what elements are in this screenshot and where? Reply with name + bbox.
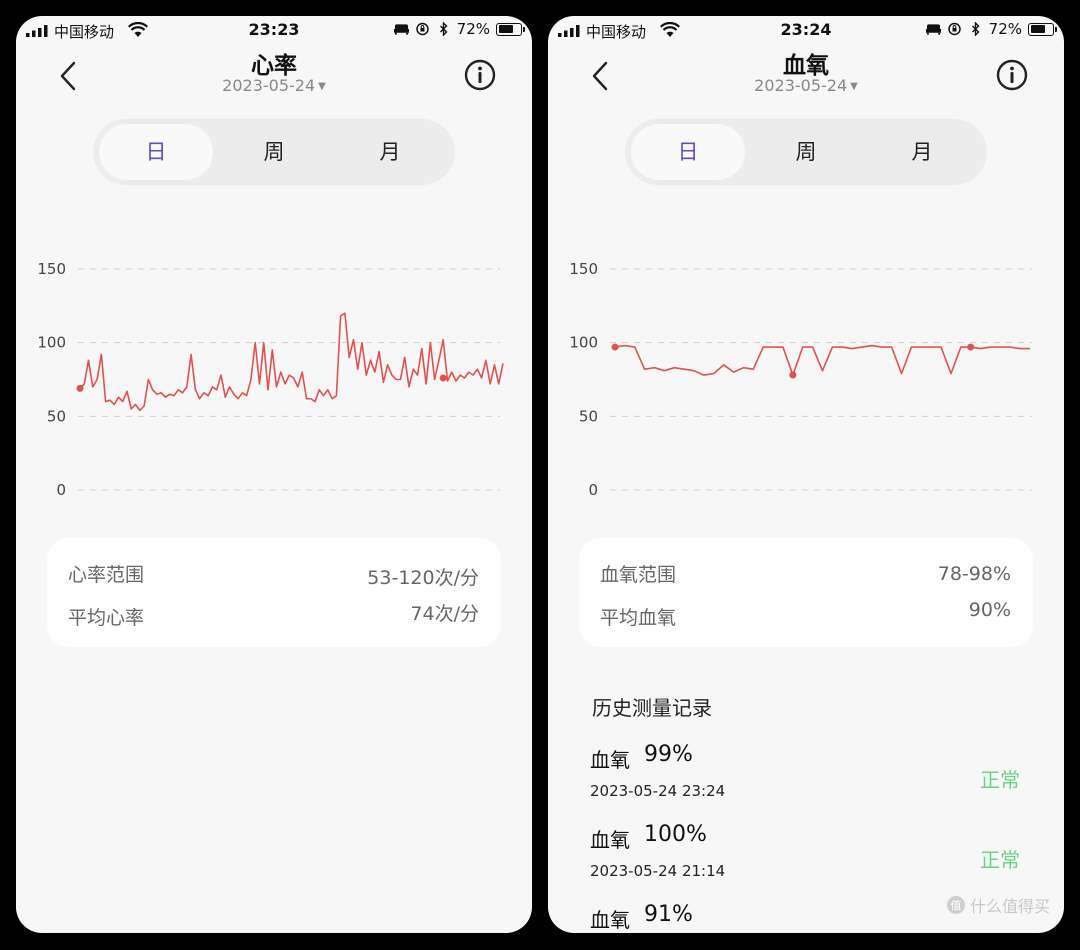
series-line (79, 312, 504, 412)
info-icon[interactable] (996, 59, 1028, 91)
y-tick-label: 150 (37, 260, 66, 278)
tab-month[interactable]: 月 (865, 124, 979, 180)
battery-percent: 72% (456, 20, 490, 38)
data-point-marker (439, 374, 447, 382)
watermark: 值 什么值得买 (946, 893, 1050, 917)
bed-icon (393, 24, 409, 35)
blood-oxygen-screen: 中国移动 23:24 72% 血氧 2023-05-24 ▼ 日 周 月 0 50 1… (548, 16, 1064, 933)
record-value: 100% (644, 822, 707, 847)
heart-rate-screen: 中国移动 23:23 72% 心率 2023-05-24 ▼ 日 周 月 0 50 1… (16, 16, 532, 933)
summary-card: 心率范围 53-120次/分 平均心率 74次/分 (47, 538, 501, 647)
y-tick-label: 100 (569, 334, 598, 352)
period-tabs: 日 周 月 (625, 119, 987, 185)
y-tick-label: 50 (47, 407, 66, 425)
caret-down-icon: ▼ (318, 81, 326, 92)
status-icons: 72% (925, 20, 1057, 38)
svg-text:值: 值 (950, 899, 961, 912)
y-tick-label: 0 (56, 481, 66, 499)
battery-icon (1028, 22, 1057, 36)
orientation-lock-icon (415, 22, 429, 36)
average-value: 74次/分 (410, 603, 479, 625)
info-icon[interactable] (464, 59, 496, 91)
bed-icon (925, 24, 941, 35)
tab-day[interactable]: 日 (631, 124, 745, 180)
record-time: 2023-05-24 21:14 (590, 862, 726, 880)
y-tick-label: 100 (37, 334, 66, 352)
watermark-text: 什么值得买 (969, 897, 1050, 916)
record-time: 2023-05-24 23:24 (590, 782, 726, 800)
record-name: 血氧 (590, 828, 630, 852)
page-title: 血氧 (783, 53, 829, 79)
tab-week[interactable]: 周 (749, 124, 863, 180)
status-bar: 中国移动 23:23 72% (16, 16, 532, 46)
record-value: 99% (644, 742, 693, 767)
average-value: 90% (968, 599, 1011, 621)
y-tick-label: 50 (579, 407, 598, 425)
record-value: 91% (644, 902, 693, 927)
orientation-lock-icon (947, 22, 961, 36)
record-status: 正常 (980, 768, 1020, 792)
battery-level (498, 25, 513, 33)
record-name: 血氧 (590, 748, 630, 772)
y-tick-label: 0 (588, 481, 598, 499)
data-point-marker (611, 343, 619, 351)
data-point-marker (967, 343, 975, 351)
tab-week[interactable]: 周 (217, 124, 331, 180)
status-icons: 72% (393, 20, 525, 38)
range-label: 血氧范围 (600, 564, 677, 586)
caret-down-icon: ▼ (850, 81, 858, 92)
heart-rate-chart: 0 50 100 150 (37, 260, 504, 499)
battery-level (1030, 25, 1045, 33)
summary-card: 血氧范围 78-98% 平均血氧 90% (579, 538, 1033, 647)
battery-percent: 72% (988, 20, 1022, 38)
date-picker[interactable]: 2023-05-24 ▼ (548, 76, 1064, 95)
tab-month[interactable]: 月 (333, 124, 447, 180)
watermark-logo-icon: 值 (946, 896, 965, 914)
bluetooth-icon (439, 22, 448, 36)
history-record[interactable]: 血氧 100% 2023-05-24 21:14 正常 (590, 822, 1030, 896)
battery-icon (496, 22, 525, 36)
average-label: 平均心率 (68, 607, 145, 629)
range-value: 53-120次/分 (367, 567, 479, 589)
record-name: 血氧 (590, 908, 630, 932)
date-picker[interactable]: 2023-05-24 ▼ (16, 76, 532, 95)
record-status: 正常 (980, 848, 1020, 872)
period-tabs: 日 周 月 (93, 119, 455, 185)
data-point-marker (789, 371, 797, 379)
data-point-marker (76, 384, 84, 392)
bluetooth-icon (971, 22, 980, 36)
history-record[interactable]: 血氧 99% 2023-05-24 23:24 正常 (590, 742, 1030, 816)
blood-oxygen-chart: 0 50 100 150 (569, 260, 1032, 499)
range-label: 心率范围 (68, 564, 145, 586)
page-title: 心率 (251, 53, 297, 79)
series-line (614, 344, 1030, 376)
average-label: 平均血氧 (600, 607, 677, 629)
history-title: 历史测量记录 (592, 696, 712, 720)
date-text: 2023-05-24 (754, 76, 848, 95)
date-text: 2023-05-24 (222, 76, 316, 95)
status-bar: 中国移动 23:24 72% (548, 16, 1064, 46)
tab-day[interactable]: 日 (99, 124, 213, 180)
range-value: 78-98% (937, 563, 1011, 585)
y-tick-label: 150 (569, 260, 598, 278)
